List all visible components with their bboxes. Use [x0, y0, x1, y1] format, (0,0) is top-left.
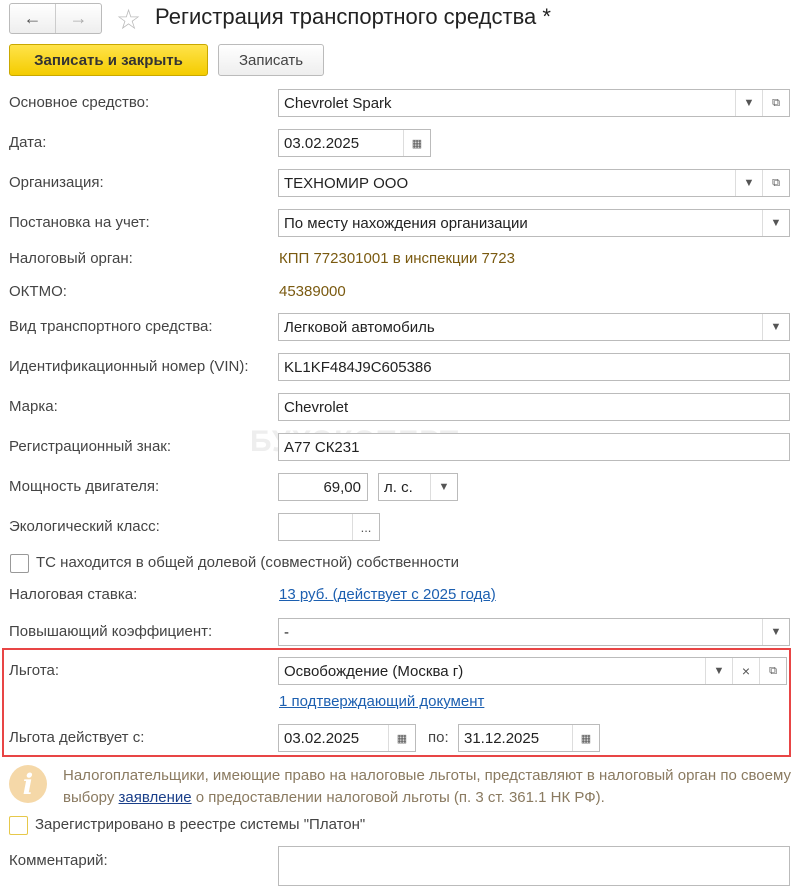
dropdown-icon[interactable]: ▼: [705, 658, 732, 684]
eco-field[interactable]: ...: [278, 513, 380, 541]
benefit-to-value[interactable]: 31.12.2025: [459, 725, 572, 751]
rate-link[interactable]: 13 руб. (действует с 2025 года): [279, 586, 496, 603]
application-link[interactable]: заявление: [119, 789, 192, 806]
dropdown-icon[interactable]: ▼: [762, 210, 789, 236]
eco-value[interactable]: [279, 514, 352, 540]
coef-label: Повышающий коэффициент:: [9, 623, 213, 640]
asset-value[interactable]: Chevrolet Spark: [279, 90, 735, 116]
shared-ownership-label: ТС находится в общей долевой (совместной…: [36, 554, 460, 571]
eco-label: Экологический класс:: [9, 518, 160, 535]
shared-ownership-checkbox[interactable]: [10, 554, 29, 573]
coef-value[interactable]: -: [279, 619, 762, 645]
reg-label: Постановка на учет:: [9, 214, 150, 231]
asset-label: Основное средство:: [9, 94, 150, 111]
nav-buttons: ← →: [9, 3, 102, 34]
benefit-label: Льгота:: [9, 662, 60, 679]
save-button[interactable]: Записать: [218, 44, 324, 76]
platon-label: Зарегистрировано в реестре системы "Плат…: [35, 816, 366, 833]
benefit-to-date[interactable]: 31.12.2025 ▦: [458, 724, 600, 752]
power-input[interactable]: 69,00: [278, 473, 368, 501]
oktmo-value: 45389000: [279, 283, 346, 300]
plate-label: Регистрационный знак:: [9, 438, 172, 455]
rate-label: Налоговая ставка:: [9, 586, 138, 603]
asset-field[interactable]: Chevrolet Spark ▼ ⧉: [278, 89, 790, 117]
benefit-value[interactable]: Освобождение (Москва г): [279, 658, 705, 684]
date-value[interactable]: 03.02.2025: [279, 130, 403, 156]
open-icon[interactable]: ⧉: [762, 170, 789, 196]
oktmo-label: ОКТМО:: [9, 283, 67, 300]
open-icon[interactable]: ⧉: [762, 90, 789, 116]
platon-checkbox[interactable]: [9, 816, 28, 835]
open-icon[interactable]: ⧉: [759, 658, 786, 684]
calendar-icon[interactable]: ▦: [572, 725, 599, 751]
org-value[interactable]: ТЕХНОМИР ООО: [279, 170, 735, 196]
type-select[interactable]: Легковой автомобиль ▼: [278, 313, 790, 341]
comment-value[interactable]: [279, 847, 789, 885]
benefit-from-date[interactable]: 03.02.2025 ▦: [278, 724, 416, 752]
power-value[interactable]: 69,00: [279, 474, 367, 500]
brand-input[interactable]: Chevrolet: [278, 393, 790, 421]
coef-select[interactable]: - ▼: [278, 618, 790, 646]
calendar-icon[interactable]: ▦: [403, 130, 430, 156]
tax-office-label: Налоговый орган:: [9, 250, 133, 267]
org-label: Организация:: [9, 174, 104, 191]
favorite-star-icon[interactable]: ☆: [116, 3, 141, 36]
dropdown-icon[interactable]: ▼: [762, 619, 789, 645]
select-button[interactable]: ...: [352, 514, 379, 540]
info-note: Налогоплательщики, имеющие право на нало…: [63, 765, 792, 809]
dropdown-icon[interactable]: ▼: [430, 474, 457, 500]
reg-value[interactable]: По месту нахождения организации: [279, 210, 762, 236]
dropdown-icon[interactable]: ▼: [762, 314, 789, 340]
vin-input[interactable]: KL1KF484J9C605386: [278, 353, 790, 381]
reg-select[interactable]: По месту нахождения организации ▼: [278, 209, 790, 237]
forward-button[interactable]: →: [55, 4, 101, 33]
benefit-from-value[interactable]: 03.02.2025: [279, 725, 388, 751]
clear-icon[interactable]: ×: [732, 658, 759, 684]
calendar-icon[interactable]: ▦: [388, 725, 415, 751]
dropdown-icon[interactable]: ▼: [735, 90, 762, 116]
page-title: Регистрация транспортного средства *: [155, 4, 551, 29]
date-label: Дата:: [9, 134, 47, 151]
power-label: Мощность двигателя:: [9, 478, 160, 495]
benefit-from-label: Льгота действует с:: [9, 729, 145, 746]
comment-input[interactable]: [278, 846, 790, 886]
vin-value[interactable]: KL1KF484J9C605386: [279, 354, 789, 380]
vin-label: Идентификационный номер (VIN):: [9, 358, 249, 375]
plate-input[interactable]: А77 СК231: [278, 433, 790, 461]
type-value[interactable]: Легковой автомобиль: [279, 314, 762, 340]
type-label: Вид транспортного средства:: [9, 318, 213, 335]
to-label: по:: [428, 729, 449, 746]
back-button[interactable]: ←: [10, 4, 55, 33]
note-text-end: о предоставлении налоговой льготы (п. 3 …: [191, 789, 605, 806]
benefit-document-link[interactable]: 1 подтверждающий документ: [279, 693, 484, 710]
plate-value[interactable]: А77 СК231: [279, 434, 789, 460]
benefit-field[interactable]: Освобождение (Москва г) ▼ × ⧉: [278, 657, 787, 685]
info-icon: i: [9, 765, 47, 803]
tax-office-value: КПП 772301001 в инспекции 7723: [279, 250, 515, 267]
date-field[interactable]: 03.02.2025 ▦: [278, 129, 431, 157]
power-unit-select[interactable]: л. с. ▼: [378, 473, 458, 501]
brand-label: Марка:: [9, 398, 58, 415]
save-and-close-button[interactable]: Записать и закрыть: [9, 44, 208, 76]
comment-label: Комментарий:: [9, 852, 108, 869]
brand-value[interactable]: Chevrolet: [279, 394, 789, 420]
dropdown-icon[interactable]: ▼: [735, 170, 762, 196]
power-unit-value[interactable]: л. с.: [379, 474, 430, 500]
org-field[interactable]: ТЕХНОМИР ООО ▼ ⧉: [278, 169, 790, 197]
